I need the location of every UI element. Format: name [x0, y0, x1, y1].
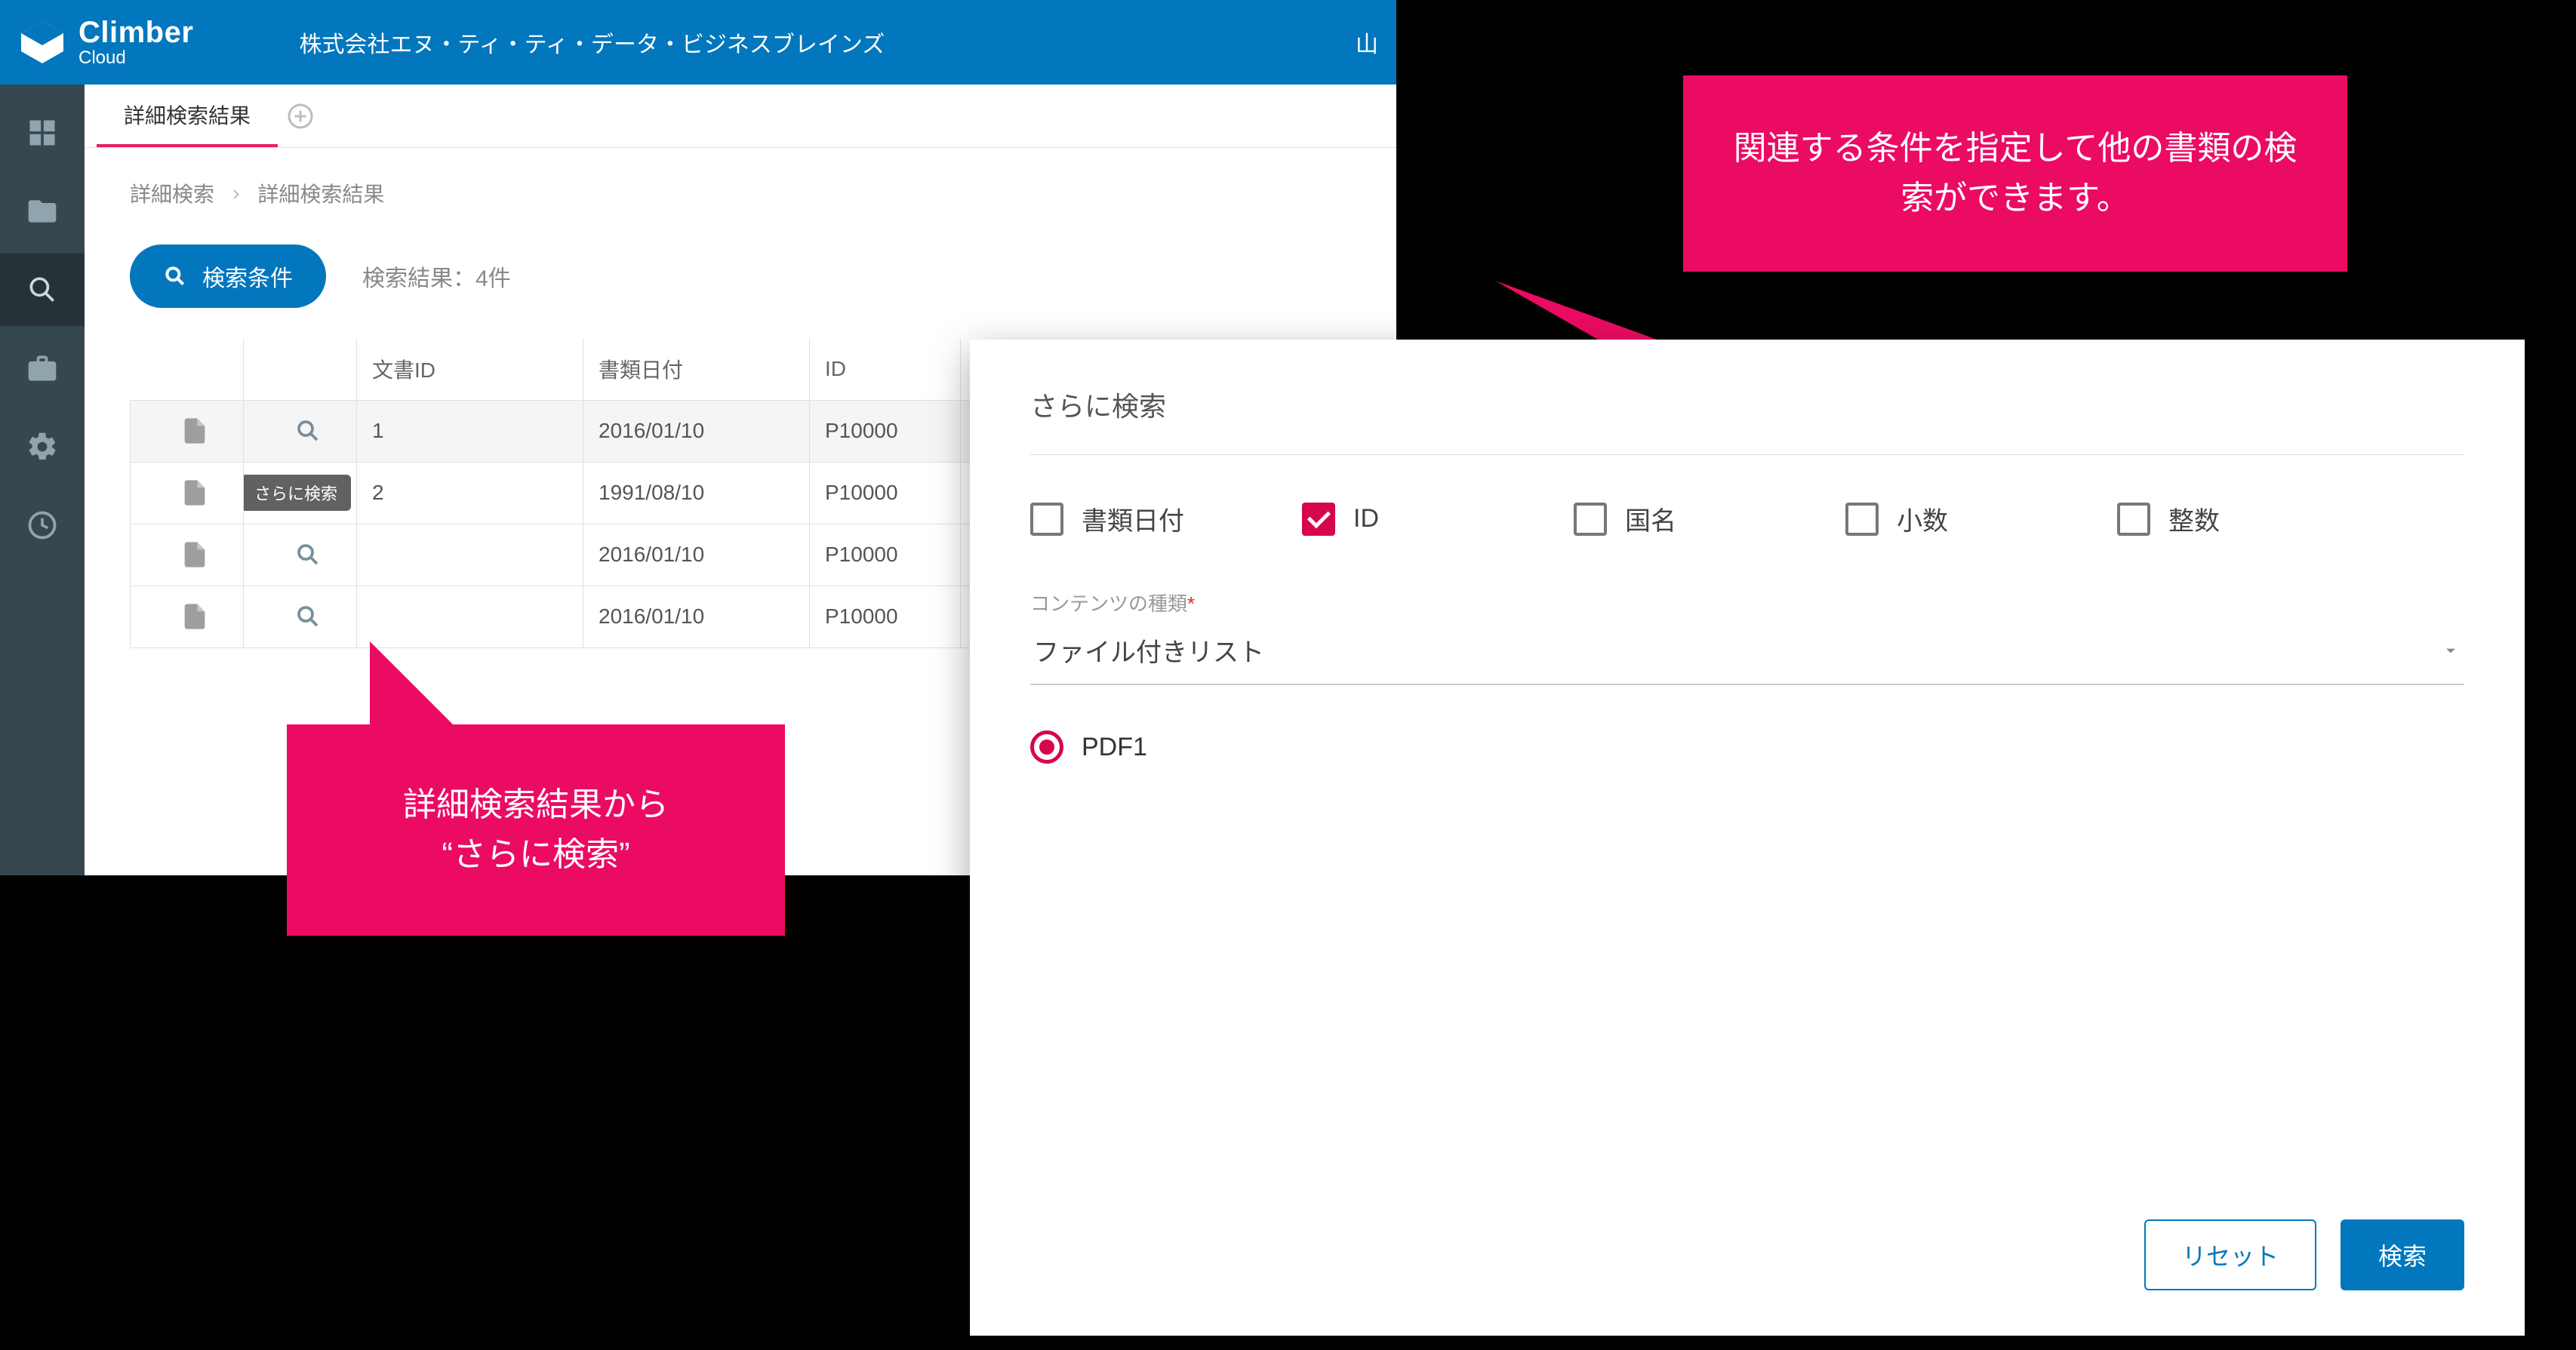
checkbox-icon: [1302, 503, 1335, 536]
check-label: ID: [1353, 504, 1379, 534]
cell-doc-date: 2016/01/10: [583, 400, 810, 462]
cell-doc-date: 2016/01/10: [583, 524, 810, 586]
content-type-select[interactable]: ファイル付きリスト: [1030, 617, 2464, 685]
nav-briefcase[interactable]: [0, 332, 85, 404]
file-icon: [146, 524, 243, 586]
cell-id: P10000: [810, 524, 961, 586]
cell-doc-id: [357, 524, 583, 586]
checkbox-icon: [1030, 503, 1063, 536]
condition-checkboxes: 書類日付 ID 国名 小数 整数: [1030, 455, 2464, 583]
cell-id: P10000: [810, 586, 961, 647]
search-conditions-button[interactable]: 検索条件: [130, 244, 326, 308]
row-search-icon[interactable]: [259, 586, 356, 647]
search-label: 検索: [2378, 1243, 2427, 1270]
brand-logo: Climber Cloud: [18, 17, 193, 67]
cell-id: P10000: [810, 462, 961, 524]
logo-icon: [18, 18, 66, 66]
further-search-dialog: さらに検索 書類日付 ID 国名 小数 整数 コンテンツの種類* ファイル付きリ…: [970, 340, 2525, 1336]
search-button[interactable]: 検索: [2341, 1219, 2464, 1290]
content-type-field: コンテンツの種類* ファイル付きリスト: [1030, 589, 2464, 685]
col-doc-date[interactable]: 書類日付: [583, 338, 810, 400]
checkbox-icon: [2117, 503, 2150, 536]
tab-search-results[interactable]: 詳細検索結果: [97, 85, 278, 147]
nav-history[interactable]: [0, 489, 85, 561]
check-doc-date[interactable]: 書類日付: [1030, 500, 1272, 537]
check-label: 整数: [2168, 500, 2220, 537]
breadcrumb-root[interactable]: 詳細検索: [130, 178, 214, 208]
nav-search[interactable]: [0, 254, 85, 326]
col-id[interactable]: ID: [810, 338, 961, 400]
check-country[interactable]: 国名: [1574, 500, 1815, 537]
brand-sub: Cloud: [78, 48, 193, 67]
radio-icon: [1030, 730, 1063, 764]
reset-label: リセット: [2182, 1243, 2279, 1270]
annotation-right-text: 関連する条件を指定して他の書類の検索ができます。: [1721, 124, 2310, 223]
cell-doc-id: 1: [357, 400, 583, 462]
file-icon: [146, 586, 243, 647]
cell-doc-date: 1991/08/10: [583, 462, 810, 524]
nav-folder[interactable]: [0, 175, 85, 248]
file-icon: [146, 401, 243, 462]
check-decimal[interactable]: 小数: [1845, 500, 2087, 537]
cell-doc-id: [357, 586, 583, 647]
cell-doc-id: 2: [357, 462, 583, 524]
tab-label: 詳細検索結果: [124, 100, 251, 130]
annotation-right: 関連する条件を指定して他の書類の検索ができます。: [1683, 75, 2347, 272]
tab-add-button[interactable]: [278, 85, 323, 147]
cell-id: P10000: [810, 400, 961, 462]
content-type-label: コンテンツの種類: [1030, 592, 1187, 615]
checkbox-icon: [1845, 503, 1879, 536]
required-mark: *: [1187, 592, 1195, 615]
result-count: 検索結果：4件: [362, 260, 511, 293]
chevron-down-icon: [2440, 640, 2461, 661]
checkbox-icon: [1574, 503, 1607, 536]
row-search-icon[interactable]: [259, 401, 356, 462]
breadcrumb-current: 詳細検索結果: [257, 178, 384, 208]
further-search-tooltip: さらに検索: [244, 475, 352, 511]
nav-settings[interactable]: [0, 411, 85, 483]
cell-doc-date: 2016/01/10: [583, 586, 810, 647]
nav-dashboard[interactable]: [0, 97, 85, 169]
tab-bar: 詳細検索結果: [85, 85, 1396, 148]
reset-button[interactable]: リセット: [2144, 1219, 2316, 1290]
user-indicator[interactable]: 山: [1356, 26, 1378, 59]
file-icon: [146, 463, 243, 524]
breadcrumb: 詳細検索 › 詳細検索結果: [130, 178, 1351, 208]
radio-label: PDF1: [1082, 733, 1147, 762]
check-label: 小数: [1897, 500, 1948, 537]
company-name: 株式会社エヌ・ティ・ティ・データ・ビジネスブレインズ: [299, 26, 885, 59]
content-type-value: ファイル付きリスト: [1033, 632, 1264, 669]
search-conditions-label: 検索条件: [202, 260, 293, 293]
top-bar: Climber Cloud 株式会社エヌ・ティ・ティ・データ・ビジネスブレインズ…: [0, 0, 1396, 85]
radio-pdf1[interactable]: PDF1: [1030, 730, 2464, 764]
col-doc-id[interactable]: 文書ID: [357, 338, 583, 400]
annotation-left-text: 詳細検索結果から “さらに検索”: [403, 780, 669, 880]
check-integer[interactable]: 整数: [2117, 500, 2359, 537]
brand-name: Climber: [78, 17, 193, 48]
breadcrumb-sep: ›: [232, 181, 239, 205]
annotation-left: 詳細検索結果から “さらに検索”: [287, 724, 785, 936]
row-search-icon[interactable]: [259, 524, 356, 586]
dialog-title: さらに検索: [1030, 385, 2464, 455]
side-nav: [0, 85, 85, 875]
check-label: 国名: [1625, 500, 1676, 537]
check-label: 書類日付: [1082, 500, 1184, 537]
check-id[interactable]: ID: [1302, 500, 1543, 537]
